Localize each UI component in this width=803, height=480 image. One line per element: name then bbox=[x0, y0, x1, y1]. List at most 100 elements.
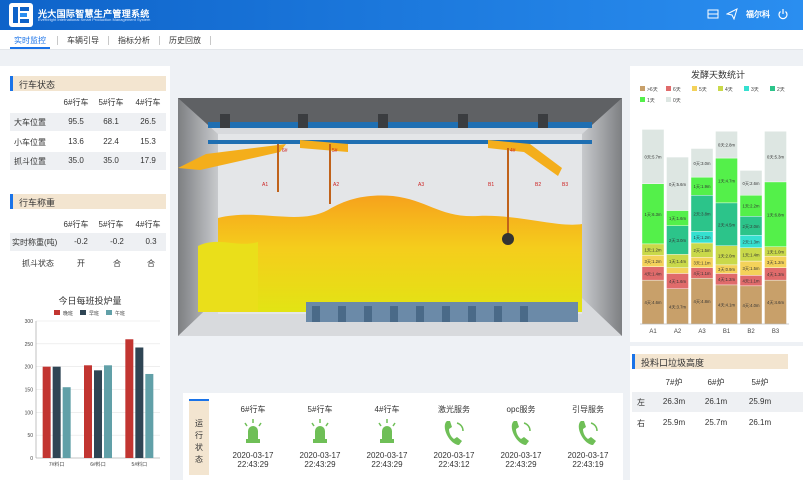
legend-swatch bbox=[666, 86, 671, 91]
legend-label: 0天 bbox=[673, 98, 681, 104]
bell-base bbox=[313, 439, 327, 443]
active-tab-indicator bbox=[10, 47, 50, 49]
service-name: 6#行车 bbox=[240, 405, 266, 414]
service-date: 2020-03-17 bbox=[500, 451, 542, 460]
ferment-chart: 发酵天数统计>6天 6天 5天 4天 3天 2天1天 0天4天:4.6m4天:1.4m3天:… bbox=[640, 69, 789, 335]
nav-divider bbox=[159, 36, 160, 45]
signal-arc bbox=[523, 422, 531, 432]
tab-vehicle-guide[interactable]: 车辆引导 bbox=[67, 35, 99, 46]
legend-swatch bbox=[666, 97, 671, 102]
table-cell: 22.4 bbox=[103, 137, 119, 146]
nav-bar: 实时监控 车辆引导 指标分析 历史回放 bbox=[0, 30, 803, 50]
service-name: 5#行车 bbox=[307, 405, 333, 414]
table-cell: 合 bbox=[113, 259, 121, 268]
table-cell: 合 bbox=[147, 259, 155, 268]
send-icon[interactable] bbox=[726, 8, 738, 20]
service-name: 引导服务 bbox=[572, 405, 604, 414]
chart-title: 今日每班投炉量 bbox=[58, 295, 121, 306]
power-icon[interactable] bbox=[777, 8, 789, 20]
tab-index-analysis[interactable]: 指标分析 bbox=[118, 35, 150, 46]
label-char: 行 bbox=[195, 431, 203, 440]
crane-weigh-header: 行车称重 bbox=[10, 194, 166, 209]
bell-ray bbox=[392, 422, 396, 427]
table-cell: 25.9m bbox=[662, 418, 686, 427]
bay-tag: B1 bbox=[488, 182, 495, 188]
x-tick-label: B3 bbox=[772, 329, 780, 335]
table-cell: 26.1m bbox=[704, 397, 728, 406]
service-time: 22:43:29 bbox=[237, 460, 269, 469]
x-tick-label: A3 bbox=[698, 329, 706, 335]
waste-height-title: 投料口垃圾高度 bbox=[641, 358, 705, 368]
legend-label: 2天 bbox=[777, 87, 785, 93]
bell-shape bbox=[315, 426, 325, 439]
logo-icon bbox=[9, 3, 33, 27]
table-cell: 25.7m bbox=[704, 418, 728, 427]
bar bbox=[42, 366, 51, 458]
table-cell: -0.2 bbox=[110, 237, 124, 246]
row-label: 右 bbox=[637, 419, 645, 428]
row-label: 抓斗位置 bbox=[14, 157, 46, 166]
service-date: 2020-03-17 bbox=[366, 451, 408, 460]
bar bbox=[62, 387, 71, 458]
bay-tag: B2 bbox=[535, 182, 542, 188]
user-name[interactable]: 福尔科 bbox=[746, 9, 770, 20]
y-tick-label: 50 bbox=[27, 433, 33, 439]
bar bbox=[125, 339, 134, 458]
service-date: 2020-03-17 bbox=[567, 451, 609, 460]
service-name: 4#行车 bbox=[374, 405, 400, 414]
x-tick-label: A1 bbox=[649, 329, 657, 335]
crane-weigh-title: 行车称重 bbox=[19, 198, 56, 208]
table-cell: 95.5 bbox=[68, 117, 84, 126]
table-cell: 35.0 bbox=[103, 156, 119, 165]
signal-arc bbox=[456, 422, 464, 432]
column-header: 6#行车 bbox=[63, 98, 89, 107]
bell-ray bbox=[244, 422, 248, 427]
phone-icon bbox=[511, 421, 531, 445]
table-cell: -0.2 bbox=[74, 237, 88, 246]
y-tick-label: 200 bbox=[25, 365, 34, 371]
stack-segment bbox=[666, 267, 689, 274]
row-label: 大车位置 bbox=[14, 118, 46, 127]
legend-swatch bbox=[106, 310, 112, 315]
bay-tag: A3 bbox=[418, 182, 425, 188]
legend-label: >6天 bbox=[647, 87, 658, 93]
service-time: 22:43:29 bbox=[304, 460, 336, 469]
service-date: 2020-03-17 bbox=[299, 451, 341, 460]
table-cell: 26.5 bbox=[140, 117, 156, 126]
table-cell: 68.1 bbox=[103, 117, 119, 126]
tab-history-playback[interactable]: 历史回放 bbox=[169, 35, 201, 46]
legend-swatch bbox=[718, 86, 723, 91]
run-status-label: 运 行 状 态 bbox=[189, 399, 209, 475]
column-header: 5#炉 bbox=[751, 378, 769, 387]
table-cell: 0.3 bbox=[145, 237, 157, 246]
legend-label: 1天 bbox=[647, 98, 655, 104]
service-date: 2020-03-17 bbox=[232, 451, 274, 460]
row-label: 实时称重(吨) bbox=[12, 238, 58, 247]
crane-tag: 4# bbox=[510, 148, 516, 154]
bar bbox=[52, 366, 61, 458]
waste-pit-3d-view[interactable]: 6# 5# 4# A1 A2 A3 B1 B2 B3 bbox=[178, 98, 622, 336]
bell-shape bbox=[382, 426, 392, 439]
table-cell: 25.9m bbox=[748, 397, 772, 406]
bay-tag: A1 bbox=[262, 182, 269, 188]
label-char: 状 bbox=[195, 443, 203, 452]
crane-bell-icon bbox=[244, 419, 262, 443]
tab-realtime-monitor[interactable]: 实时监控 bbox=[14, 35, 46, 46]
legend-swatch bbox=[770, 86, 775, 91]
waste-height-panel: 投料口垃圾高度 7#炉 6#炉 5#炉 左 26.3m 26.1m 25.9m … bbox=[630, 346, 803, 480]
bay-tag: B3 bbox=[562, 182, 569, 188]
table-cell: 26.1m bbox=[748, 418, 772, 427]
row-label: 小车位置 bbox=[14, 138, 46, 147]
table-cell: 开 bbox=[77, 259, 85, 268]
crane-bell-icon bbox=[378, 419, 396, 443]
legend-label: 5天 bbox=[699, 87, 707, 93]
row-label: 左 bbox=[637, 398, 645, 407]
bell-ray bbox=[378, 422, 382, 427]
row-label: 抓斗状态 bbox=[22, 259, 54, 268]
service-time: 22:43:12 bbox=[438, 460, 470, 469]
nav-divider bbox=[108, 36, 109, 45]
bell-ray bbox=[258, 422, 262, 427]
table-cell: 17.9 bbox=[140, 156, 156, 165]
grid-icon[interactable] bbox=[707, 8, 719, 20]
x-tick-label: B2 bbox=[747, 329, 755, 335]
